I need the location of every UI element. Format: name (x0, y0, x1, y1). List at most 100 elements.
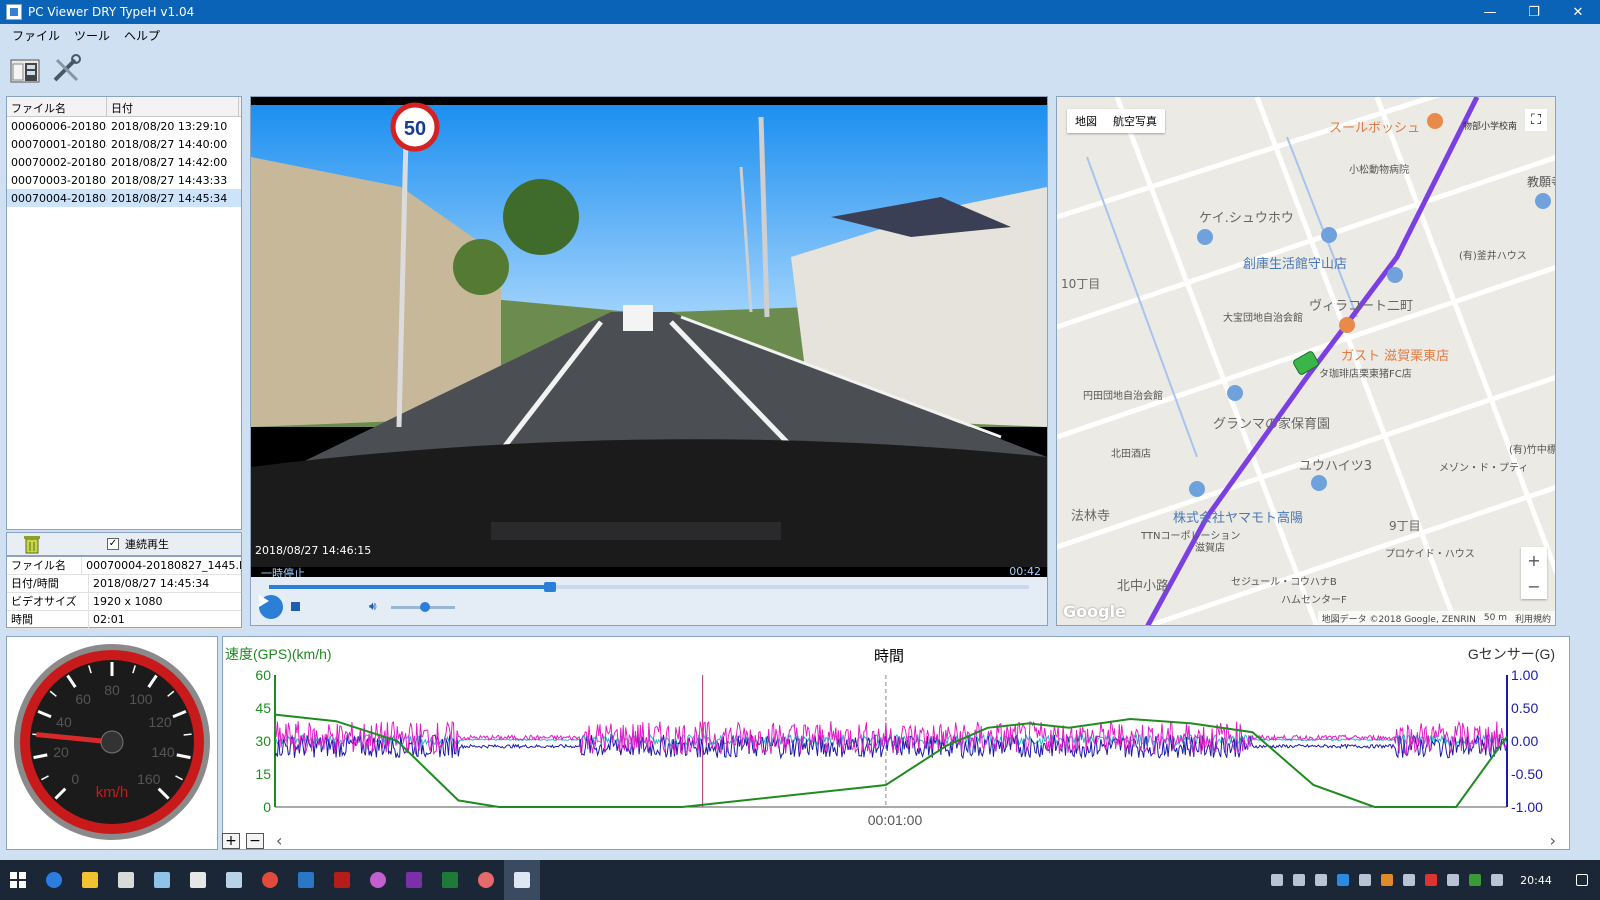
tray-icon[interactable] (1288, 860, 1310, 900)
title-bar: PC Viewer DRY TypeH v1.04 — ❐ ✕ (0, 0, 1600, 24)
settings-tool-button[interactable] (50, 52, 84, 86)
windows-icon (10, 872, 26, 888)
minimize-button[interactable]: — (1468, 0, 1512, 24)
zoom-control: + − (1521, 547, 1547, 599)
scroll-right-arrow[interactable]: › (1550, 831, 1556, 850)
play-button[interactable] (259, 595, 283, 619)
close-button[interactable]: ✕ (1556, 0, 1600, 24)
telemetry-chart[interactable]: 速度(GPS)(km/h) 時間 Gセンサー(G) 60 45 30 15 0 1.00… (222, 636, 1570, 850)
tray-icon[interactable] (1266, 860, 1288, 900)
play-icon (259, 595, 269, 607)
seek-bar[interactable] (269, 582, 1029, 592)
chart-zoom-in-button[interactable]: + (222, 833, 240, 849)
tab-map[interactable]: 地図 (1067, 109, 1105, 133)
right-axis-label: Gセンサー(G) (1468, 646, 1555, 662)
network-icon[interactable] (1310, 860, 1332, 900)
map-terms-link[interactable]: 利用規約 (1515, 612, 1551, 625)
right-tick-label: 1.00 (1511, 667, 1538, 683)
tray-icon[interactable] (1354, 860, 1376, 900)
tray-icon[interactable] (1420, 860, 1442, 900)
file-date: 2018/08/27 14:42:00 (111, 155, 228, 169)
info-value: 1920 x 1080 (93, 595, 163, 608)
map-label: グランマの家保育園 (1213, 417, 1331, 432)
edge-taskbar-icon[interactable] (36, 860, 72, 900)
info-key: 時間 (7, 610, 89, 629)
video-timestamp: 2018/08/27 14:46:15 (255, 544, 372, 557)
video-player[interactable]: 50 2018/08/27 14:46:15 一時停止 00:42 🔊︎ (250, 96, 1048, 626)
info-key: 日付/時間 (7, 574, 89, 593)
excel-taskbar-icon[interactable] (432, 860, 468, 900)
right-tick-label: -0.50 (1511, 766, 1543, 782)
file-name: 00070002-2018082 (11, 155, 107, 169)
tray-icon[interactable] (1486, 860, 1508, 900)
scroll-left-arrow[interactable]: ‹ (276, 831, 282, 850)
menu-help[interactable]: ヘルプ (124, 27, 160, 44)
toolbar (0, 46, 1600, 92)
restore-button[interactable]: ❐ (1512, 0, 1556, 24)
volume-handle[interactable] (419, 602, 430, 612)
store-taskbar-icon[interactable] (108, 860, 144, 900)
map-label: 北中小路 (1117, 579, 1170, 594)
menu-file[interactable]: ファイル (12, 27, 60, 44)
fullscreen-icon[interactable]: ⛶ (1525, 109, 1547, 131)
map-scale: 50 m (1483, 613, 1507, 623)
volume-slider[interactable] (391, 602, 455, 612)
chart-scrollbar[interactable]: + − ‹ › (222, 830, 1570, 850)
file-row[interactable]: 00070002-2018082 2018/08/27 14:42:00 (7, 153, 241, 171)
info-value: 2018/08/27 14:45:34 (93, 577, 210, 590)
menu-tools[interactable]: ツール (74, 27, 110, 44)
start-button[interactable] (0, 860, 36, 900)
file-row-selected[interactable]: 00070004-2018082 2018/08/27 14:45:34 (7, 189, 241, 207)
gauge-tick-label: 20 (53, 744, 69, 760)
column-header-filename[interactable]: ファイル名 (7, 97, 107, 116)
tray-icon[interactable] (1332, 860, 1354, 900)
file-date: 2018/08/27 14:40:00 (111, 137, 228, 151)
itunes-taskbar-icon[interactable] (360, 860, 396, 900)
map-label: 北田酒店 (1111, 449, 1151, 460)
trash-icon[interactable] (21, 534, 43, 554)
tray-icon[interactable] (1442, 860, 1464, 900)
time-marker-label: 00:01:00 (868, 812, 923, 828)
zoom-in-button[interactable]: + (1521, 547, 1547, 573)
tray-icon[interactable] (1376, 860, 1398, 900)
zoom-out-button[interactable]: − (1521, 573, 1547, 599)
file-name: 00060006-2018082 (11, 119, 107, 133)
tab-satellite[interactable]: 航空写真 (1105, 109, 1165, 133)
onenote-taskbar-icon[interactable] (396, 860, 432, 900)
stop-button[interactable] (291, 602, 300, 611)
column-header-date[interactable]: 日付 (107, 97, 239, 116)
app-taskbar-icon[interactable] (144, 860, 180, 900)
explorer-taskbar-icon[interactable] (72, 860, 108, 900)
app-taskbar-icon[interactable] (216, 860, 252, 900)
tray-icon[interactable] (1464, 860, 1486, 900)
app-taskbar-icon[interactable] (180, 860, 216, 900)
file-row[interactable]: 00070001-2018082 2018/08/27 14:40:00 (7, 135, 241, 153)
map-label: ヴィラコート二町 (1309, 299, 1414, 314)
chrome-taskbar-icon[interactable] (252, 860, 288, 900)
chart-zoom-out-button[interactable]: − (246, 833, 264, 849)
pc-viewer-taskbar-icon[interactable] (504, 860, 540, 900)
open-file-button[interactable] (8, 52, 42, 86)
map-canvas (1057, 97, 1555, 625)
seek-handle[interactable] (544, 582, 557, 592)
app-taskbar-icon[interactable] (288, 860, 324, 900)
map-label: ハムセンターF (1281, 595, 1347, 606)
app-taskbar-icon[interactable] (324, 860, 360, 900)
left-tick-label: 30 (255, 733, 271, 749)
file-info: ファイル名 00070004-20180827_1445.MC 日付/時間 20… (6, 556, 242, 629)
clock[interactable]: 20:44 (1508, 860, 1564, 900)
map-view[interactable]: 地図 航空写真 ⛶ スールボッシュ 物部小学校南 小松動物病院 教願寺 ケイ.シ… (1056, 96, 1556, 626)
volume-tray-icon[interactable] (1398, 860, 1420, 900)
seek-progress (269, 585, 551, 589)
file-row[interactable]: 00070003-2018082 2018/08/27 14:43:33 (7, 171, 241, 189)
volume-icon[interactable]: 🔊︎ (369, 599, 377, 614)
info-row: 時間 02:01 (7, 610, 241, 629)
map-footer: 地図データ ©2018 Google, ZENRIN 50 m 利用規約 (1317, 611, 1555, 625)
continuous-play-checkbox[interactable]: ✓ (107, 538, 119, 550)
app-taskbar-icon[interactable] (468, 860, 504, 900)
gauge-tick-label: 140 (151, 744, 175, 760)
notification-icon[interactable] (1564, 860, 1600, 900)
file-row[interactable]: 00060006-2018082 2018/08/20 13:29:10 (7, 117, 241, 135)
file-list-header: ファイル名 日付 (7, 97, 241, 117)
chart-title: 時間 (874, 648, 904, 665)
